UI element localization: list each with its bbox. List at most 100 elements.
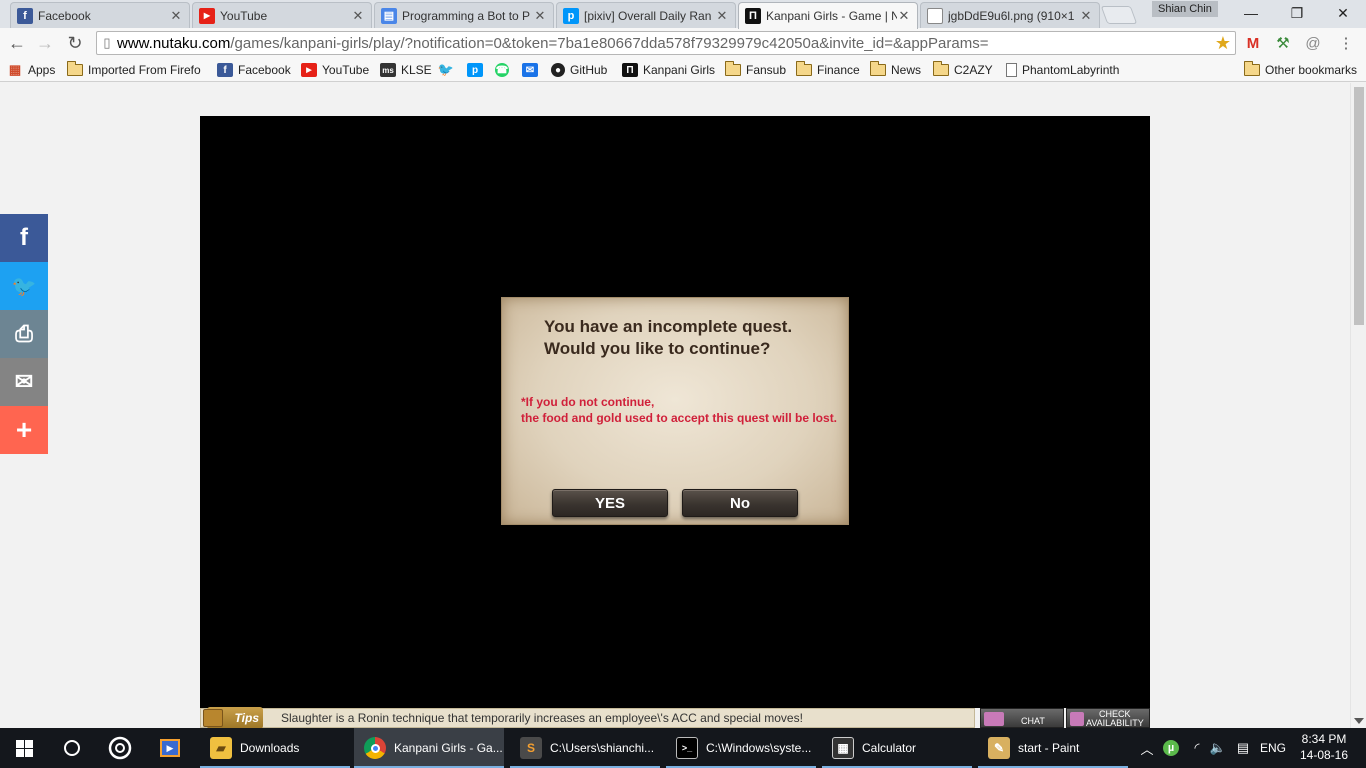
tab-title: Programming a Bot to P bbox=[402, 8, 531, 23]
extension-icon[interactable]: ⚒ bbox=[1273, 33, 1293, 53]
tab-pixiv[interactable]: p [pixiv] Overall Daily Ran ✕ bbox=[556, 2, 736, 28]
close-icon[interactable]: ✕ bbox=[169, 8, 183, 24]
taskbar-cmd[interactable]: >_ C:\Windows\syste... bbox=[666, 728, 816, 768]
bookmark-label: PhantomLabyrinth bbox=[1022, 63, 1120, 77]
bookmark-folder-fansub[interactable]: Fansub bbox=[724, 61, 786, 79]
tab-youtube[interactable]: ▶ YouTube ✕ bbox=[192, 2, 372, 28]
cmd-icon: >_ bbox=[676, 737, 698, 759]
reload-button[interactable]: ↻ bbox=[64, 32, 86, 54]
bookmark-label: News bbox=[891, 63, 922, 77]
forward-button[interactable]: → bbox=[34, 32, 56, 54]
chat-button[interactable]: CHAT bbox=[980, 708, 1064, 728]
scrollbar-thumb[interactable] bbox=[1354, 87, 1364, 325]
tab-facebook[interactable]: f Facebook ✕ bbox=[10, 2, 190, 28]
bookmark-whatsapp[interactable]: ☎ bbox=[495, 61, 514, 79]
bookmark-folder-c2azy[interactable]: C2AZY bbox=[932, 61, 993, 79]
bookmark-github[interactable]: ● GitHub bbox=[551, 61, 607, 79]
email-share-button[interactable]: ✉ bbox=[0, 358, 48, 406]
bookmark-youtube[interactable]: ▶ YouTube bbox=[301, 61, 369, 79]
taskbar-calculator[interactable]: ▦ Calculator bbox=[822, 728, 972, 768]
taskbar-downloads[interactable]: ▰ Downloads bbox=[200, 728, 350, 768]
groove-music-icon[interactable] bbox=[96, 728, 144, 768]
clock-date: 14-08-16 bbox=[1299, 748, 1349, 762]
print-share-button[interactable]: ⎙ bbox=[0, 310, 48, 358]
taskbar-sublime[interactable]: S C:\Users\shianchi... bbox=[510, 728, 660, 768]
media-player-icon[interactable]: ▶ bbox=[146, 728, 194, 768]
twitter-icon: 🐦 bbox=[437, 62, 455, 77]
twitter-share-button[interactable]: 🐦 bbox=[0, 262, 48, 310]
tab-programming-bot[interactable]: ▤ Programming a Bot to P ✕ bbox=[374, 2, 554, 28]
close-icon[interactable]: ✕ bbox=[533, 8, 547, 24]
chrome-icon bbox=[364, 737, 386, 759]
folder-icon bbox=[795, 61, 812, 76]
clock-time: 8:34 PM bbox=[1301, 732, 1347, 746]
bookmarks-bar: ▦ Apps Imported From Firefo f Facebook ▶… bbox=[0, 58, 1366, 82]
taskbar-paint[interactable]: ✎ start - Paint bbox=[978, 728, 1128, 768]
windows-start-icon[interactable] bbox=[0, 728, 48, 768]
taskbar-app-label: start - Paint bbox=[1018, 741, 1080, 755]
action-center-icon[interactable]: ▤ bbox=[1232, 728, 1254, 768]
close-icon[interactable]: ✕ bbox=[1079, 8, 1093, 24]
volume-icon[interactable]: 🔈 bbox=[1208, 728, 1228, 768]
no-button[interactable]: No bbox=[682, 489, 798, 517]
bookmark-kanpani[interactable]: Π Kanpani Girls bbox=[622, 61, 715, 79]
facebook-share-button[interactable]: f bbox=[0, 214, 48, 262]
bookmark-star-icon[interactable]: ★ bbox=[1215, 33, 1231, 54]
taskbar-chrome[interactable]: Kanpani Girls - Ga... bbox=[354, 728, 504, 768]
menu-icon[interactable]: ⋮ bbox=[1336, 33, 1356, 53]
bookmark-folder-imported[interactable]: Imported From Firefo bbox=[66, 61, 201, 79]
tab-title: [pixiv] Overall Daily Ran bbox=[584, 8, 712, 23]
page-icon: ▯ bbox=[103, 35, 111, 50]
new-tab-button[interactable] bbox=[1100, 6, 1138, 24]
quest-dialog: You have an incomplete quest. Would you … bbox=[501, 297, 849, 525]
profile-button[interactable]: Shian Chin bbox=[1152, 1, 1218, 17]
bookmark-pixiv[interactable]: p bbox=[467, 61, 488, 79]
bookmark-mail[interactable]: ✉ bbox=[522, 61, 543, 79]
bookmark-folder-news[interactable]: News bbox=[869, 61, 922, 79]
minimize-button[interactable]: — bbox=[1228, 0, 1274, 26]
wifi-icon[interactable]: ◜ bbox=[1186, 728, 1208, 768]
show-hidden-icons-icon[interactable]: ︿ bbox=[1138, 728, 1156, 768]
bookmark-apps[interactable]: ▦ Apps bbox=[7, 61, 56, 79]
bookmark-label: KLSE bbox=[401, 63, 432, 77]
check-availability-button[interactable]: CHECK AVAILABILITY bbox=[1066, 708, 1150, 728]
scroll-down-icon[interactable] bbox=[1354, 718, 1364, 724]
address-bar[interactable]: ▯ www.nutaku.com/games/kanpani-girls/pla… bbox=[96, 31, 1236, 55]
close-icon[interactable]: ✕ bbox=[351, 8, 365, 24]
folder-icon bbox=[724, 61, 741, 76]
close-icon[interactable]: ✕ bbox=[715, 8, 729, 24]
tab-title: YouTube bbox=[220, 8, 268, 23]
bookmark-folder-finance[interactable]: Finance bbox=[795, 61, 860, 79]
bookmark-klse[interactable]: ms KLSE bbox=[380, 61, 432, 79]
utorrent-icon[interactable]: µ bbox=[1160, 728, 1182, 768]
bookmark-folder-other[interactable]: Other bookmarks bbox=[1243, 61, 1357, 79]
bookmark-twitter[interactable]: 🐦 bbox=[438, 61, 459, 79]
cortana-search-icon[interactable] bbox=[48, 728, 96, 768]
sublime-text-icon: S bbox=[520, 737, 542, 759]
extension-at-icon[interactable]: @ bbox=[1303, 33, 1323, 53]
more-share-button[interactable]: + bbox=[0, 406, 48, 454]
youtube-icon: ▶ bbox=[301, 63, 317, 77]
back-button[interactable]: ← bbox=[6, 32, 28, 54]
bookmark-label: Finance bbox=[817, 63, 860, 77]
klse-icon: ms bbox=[380, 63, 396, 77]
tab-title: jgbDdE9u6l.png (910×1 bbox=[948, 8, 1075, 23]
bookmark-label: C2AZY bbox=[954, 63, 993, 77]
gmail-icon[interactable]: M bbox=[1243, 33, 1263, 53]
bookmark-label: Kanpani Girls bbox=[643, 63, 716, 77]
bookmark-phantomlabyrinth[interactable]: PhantomLabyrinth bbox=[1006, 61, 1119, 79]
language-indicator[interactable]: ENG bbox=[1258, 728, 1288, 768]
apps-grid-icon: ▦ bbox=[8, 62, 22, 77]
close-window-button[interactable]: ✕ bbox=[1320, 0, 1366, 26]
clock[interactable]: 8:34 PM 14-08-16 bbox=[1296, 731, 1352, 763]
page-scrollbar[interactable] bbox=[1350, 83, 1366, 728]
close-icon[interactable]: ✕ bbox=[897, 8, 911, 24]
yes-button[interactable]: YES bbox=[552, 489, 668, 517]
game-canvas[interactable]: You have an incomplete quest. Would you … bbox=[200, 116, 1150, 708]
restore-button[interactable]: ❐ bbox=[1274, 0, 1320, 26]
taskbar-app-label: Calculator bbox=[862, 741, 917, 755]
bookmark-facebook[interactable]: f Facebook bbox=[217, 61, 291, 79]
tab-image[interactable]: jgbDdE9u6l.png (910×1 ✕ bbox=[920, 2, 1100, 28]
bookmark-label: Apps bbox=[28, 63, 56, 77]
tab-kanpani-girls[interactable]: Π Kanpani Girls - Game | N ✕ bbox=[738, 2, 918, 29]
